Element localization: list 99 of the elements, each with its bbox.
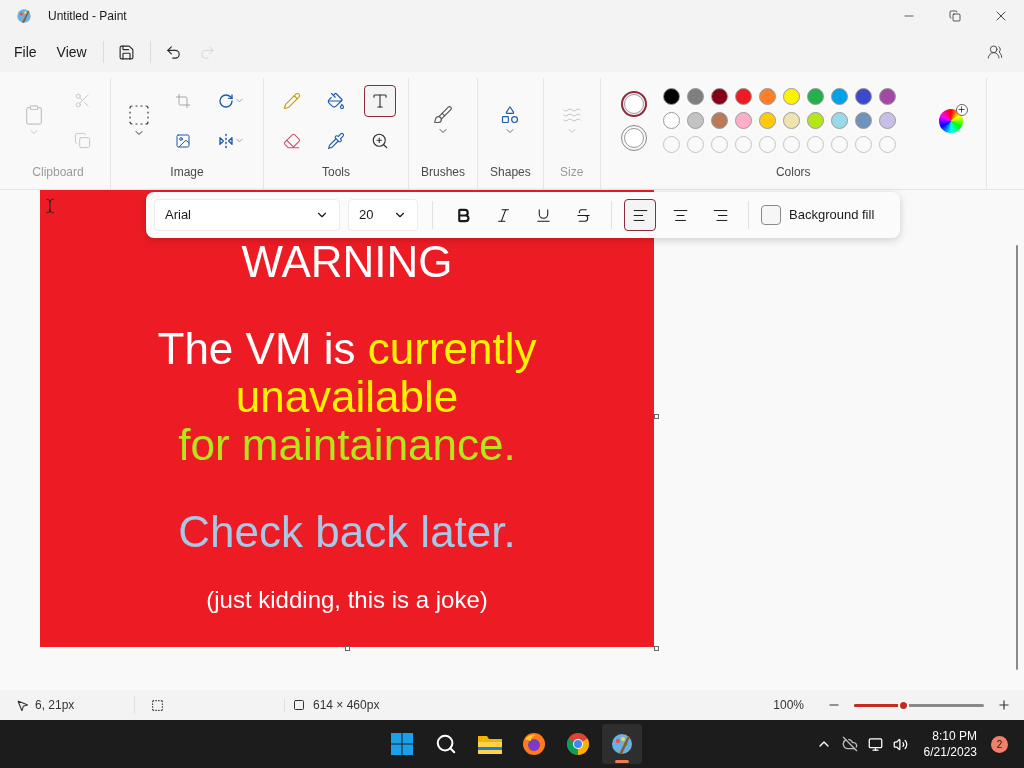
canvas-text: (just kidding, this is a joke) <box>206 585 488 615</box>
taskbar-app[interactable] <box>602 724 642 764</box>
notification-badge[interactable]: 2 <box>991 735 1008 753</box>
color-swatch[interactable] <box>734 88 752 105</box>
scrollbar[interactable] <box>1016 245 1018 670</box>
canvas-text: for maintainance. <box>178 421 516 469</box>
paint-palette-icon <box>610 732 634 756</box>
eraser-icon <box>283 131 301 150</box>
empty-swatch[interactable] <box>710 136 728 153</box>
windows-logo-icon <box>390 732 414 756</box>
flip-icon <box>217 132 234 149</box>
app-icon <box>16 8 32 24</box>
cursor-position: 6, 21px <box>35 697 75 714</box>
scissors-icon <box>73 92 91 109</box>
group-label: Colors <box>775 164 811 181</box>
underline-icon <box>534 206 552 224</box>
selection-icon <box>151 698 164 712</box>
empty-swatch[interactable] <box>686 136 704 153</box>
volume-icon <box>892 736 908 752</box>
folder-icon <box>477 733 503 755</box>
dashed-square-icon <box>127 102 151 127</box>
menu-item[interactable]: View <box>46 36 97 68</box>
color-swatch[interactable] <box>782 112 800 129</box>
empty-swatch[interactable] <box>734 136 752 153</box>
group-label: Brushes <box>421 164 466 181</box>
font-dropdown[interactable]: Arial <box>154 199 340 231</box>
magnifier-icon <box>371 131 389 150</box>
pointer-icon <box>16 698 29 712</box>
color-swatch[interactable] <box>854 88 872 105</box>
canvas-size-icon <box>293 699 305 711</box>
plus-icon <box>957 105 967 114</box>
search-icon <box>435 733 457 755</box>
brush-icon <box>433 104 453 125</box>
group-label: Shapes <box>490 164 531 181</box>
color-swatch[interactable] <box>782 88 800 105</box>
fox-globe-icon <box>522 732 546 756</box>
color-swatch[interactable] <box>806 112 824 129</box>
color-swatch[interactable] <box>878 112 896 129</box>
resize-handle[interactable] <box>654 414 659 419</box>
empty-swatch[interactable] <box>782 136 800 153</box>
resize-handle[interactable] <box>345 646 350 651</box>
clock-date: 6/21/2023 <box>923 744 977 760</box>
empty-swatch[interactable] <box>830 136 848 153</box>
color-swatch[interactable] <box>710 88 728 105</box>
canvas-text: WARNING <box>241 240 453 284</box>
browser-icon <box>566 732 590 756</box>
shapes-icon <box>500 104 521 125</box>
empty-swatch[interactable] <box>854 136 872 153</box>
background-fill-checkbox[interactable] <box>761 205 781 225</box>
network-icon <box>867 736 883 752</box>
color-swatch[interactable] <box>758 112 776 129</box>
color-swatch[interactable] <box>830 88 848 105</box>
color-swatch[interactable] <box>806 88 824 105</box>
empty-swatch[interactable] <box>806 136 824 153</box>
color-swatch[interactable] <box>686 112 704 129</box>
letter-icon <box>371 91 389 110</box>
cloud-off-icon <box>841 736 858 752</box>
pencil-icon <box>283 91 301 110</box>
crop-icon <box>175 92 191 109</box>
canvas-size: 614 × 460px <box>313 697 380 714</box>
empty-swatch[interactable] <box>662 136 680 153</box>
paint-bucket-icon <box>327 91 345 110</box>
text-tool[interactable] <box>364 84 396 117</box>
clipboard-icon <box>23 103 45 126</box>
color-swatch[interactable] <box>686 88 704 105</box>
group-label: Tools <box>322 164 350 181</box>
rotate-icon <box>217 92 234 109</box>
strikethrough-icon <box>574 206 592 224</box>
group-label: Clipboard <box>32 164 84 181</box>
canvas-text: Check back later. <box>178 508 516 556</box>
color-swatch[interactable] <box>710 112 728 129</box>
color-swatch[interactable] <box>854 112 872 129</box>
color-swatch[interactable] <box>662 112 680 129</box>
color-swatch[interactable] <box>662 88 680 105</box>
window-title: Untitled - Paint <box>48 8 127 25</box>
clock-time: 8:10 PM <box>932 728 977 744</box>
eyedropper-icon <box>327 131 345 150</box>
restore-icon <box>949 10 961 22</box>
color-swatch[interactable] <box>758 88 776 105</box>
canvas-text: The VM is currently <box>157 325 537 373</box>
resize-handle[interactable] <box>654 646 659 651</box>
font-size-dropdown[interactable]: 20 <box>348 199 418 231</box>
color-swatch[interactable] <box>830 112 848 129</box>
canvas-text: unavailable <box>235 373 459 421</box>
checkbox-label: Background fill <box>789 206 875 225</box>
zoom-level: 100% <box>773 697 804 714</box>
copy-icon <box>73 132 91 149</box>
group-label: Image <box>170 164 204 181</box>
empty-swatch[interactable] <box>878 136 896 153</box>
plus-icon <box>997 698 1011 712</box>
align-left-button[interactable] <box>624 199 656 231</box>
empty-swatch[interactable] <box>758 136 776 153</box>
group-label: Size <box>560 164 584 181</box>
menu-item[interactable]: File <box>4 36 47 68</box>
color-swatch[interactable] <box>734 112 752 129</box>
people-icon <box>987 44 1003 60</box>
image-icon <box>175 132 191 149</box>
color-swatch[interactable] <box>878 88 896 105</box>
current-color[interactable] <box>620 90 647 117</box>
